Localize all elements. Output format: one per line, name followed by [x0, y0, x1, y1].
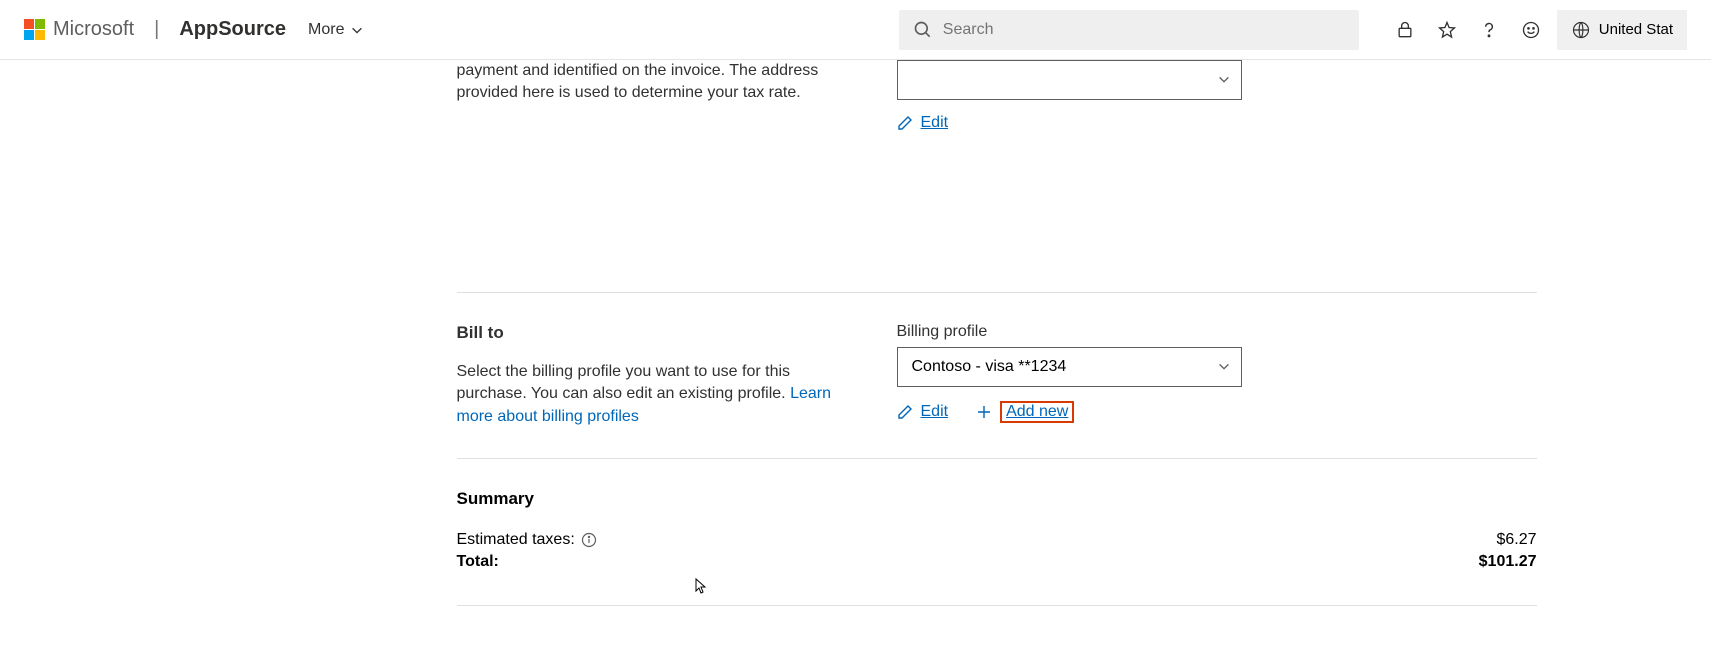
section-divider: [457, 605, 1537, 606]
sold-to-dropdown-value: [912, 71, 916, 89]
billing-profile-label: Billing profile: [897, 323, 1539, 341]
summary-title: Summary: [457, 489, 1539, 509]
sold-to-dropdown[interactable]: [897, 60, 1242, 100]
add-new-highlight: Add new: [1000, 401, 1074, 423]
chevron-down-icon: [1217, 73, 1231, 87]
bill-to-description: Select the billing profile you want to u…: [457, 361, 847, 428]
billing-edit-button[interactable]: Edit: [897, 403, 949, 421]
billing-profile-dropdown[interactable]: Contoso - visa **1234: [897, 347, 1242, 387]
search-icon: [913, 20, 933, 40]
pencil-icon: [897, 404, 913, 420]
section-divider: [457, 292, 1537, 293]
lock-icon[interactable]: [1395, 20, 1415, 40]
locale-button[interactable]: United Stat: [1557, 10, 1687, 50]
edit-label: Edit: [921, 403, 949, 421]
summary-total-row: Total: $101.27: [457, 553, 1537, 571]
chevron-down-icon: [1217, 360, 1231, 374]
locale-label: United Stat: [1599, 21, 1673, 38]
taxes-label: Estimated taxes:: [457, 531, 575, 549]
bill-to-title: Bill to: [457, 323, 847, 343]
add-new-label: Add new: [1006, 403, 1068, 420]
search-input[interactable]: [943, 21, 1345, 39]
pencil-icon: [897, 115, 913, 131]
taxes-value: $6.27: [1496, 531, 1536, 549]
billing-add-new-button[interactable]: Add new: [976, 401, 1074, 423]
sold-to-description: payment and identified on the invoice. T…: [457, 60, 847, 105]
summary-taxes-row: Estimated taxes: $6.27: [457, 531, 1537, 549]
microsoft-logo[interactable]: Microsoft: [24, 18, 134, 41]
top-header: Microsoft | AppSource More United Stat: [0, 0, 1711, 60]
billing-profile-selected: Contoso - visa **1234: [912, 358, 1067, 376]
total-label: Total:: [457, 553, 499, 571]
sold-to-edit-button[interactable]: Edit: [897, 114, 949, 132]
total-value: $101.27: [1479, 553, 1537, 571]
star-icon[interactable]: [1437, 20, 1457, 40]
globe-icon: [1571, 20, 1591, 40]
sold-to-section: payment and identified on the invoice. T…: [457, 60, 1539, 152]
summary-section: Summary Estimated taxes: $6.27 Total: $1…: [457, 469, 1539, 595]
plus-icon: [976, 404, 992, 420]
chevron-down-icon: [350, 23, 364, 37]
microsoft-logo-icon: [24, 19, 45, 40]
more-button[interactable]: More: [308, 21, 364, 39]
bill-to-section: Bill to Select the billing profile you w…: [457, 303, 1539, 448]
feedback-smile-icon[interactable]: [1521, 20, 1541, 40]
info-icon[interactable]: [581, 532, 597, 548]
app-name-label[interactable]: AppSource: [179, 18, 286, 41]
search-box[interactable]: [899, 10, 1359, 50]
section-divider: [457, 458, 1537, 459]
help-icon[interactable]: [1479, 20, 1499, 40]
brand-label: Microsoft: [53, 18, 134, 41]
main-content: payment and identified on the invoice. T…: [173, 60, 1539, 606]
more-label: More: [308, 21, 344, 39]
brand-divider: |: [154, 18, 159, 41]
header-icon-group: [1395, 20, 1541, 40]
edit-label: Edit: [921, 114, 949, 132]
